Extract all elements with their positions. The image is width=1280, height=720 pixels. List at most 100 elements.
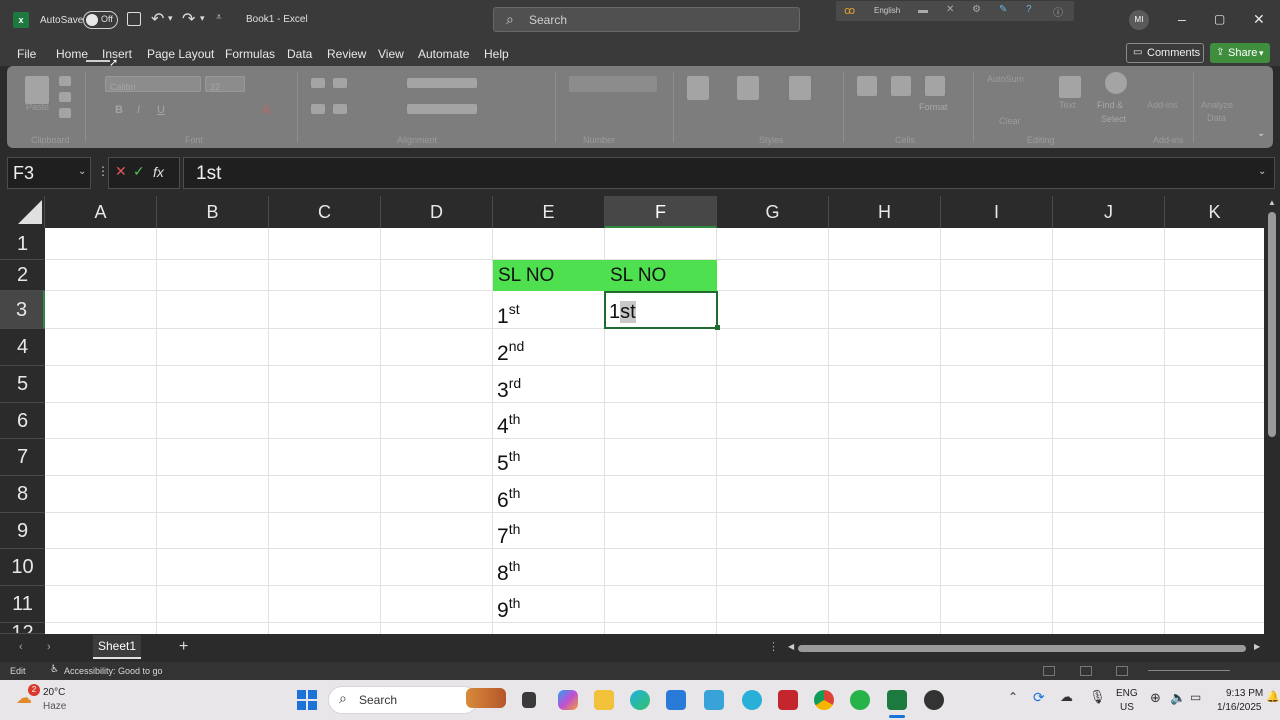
taskbar-search[interactable]: ⌕ Search	[328, 686, 478, 714]
share-dropdown-icon[interactable]: ▾	[1259, 43, 1264, 63]
name-box[interactable]: F3 ⌄	[7, 157, 91, 189]
align-middle-icon[interactable]	[333, 78, 347, 88]
confirm-entry-icon[interactable]: ✓	[133, 163, 145, 180]
sync-icon[interactable]: ⟳	[1033, 689, 1045, 706]
accessibility-icon[interactable]: ♿	[50, 664, 59, 675]
insert-cells-icon[interactable]	[857, 76, 877, 96]
cell-grid[interactable]: SL NO SL NO 1st 2nd 3rd 4th 5th 6th 7th …	[45, 228, 1264, 634]
search-box[interactable]: ⌕ Search	[493, 7, 800, 32]
bold-icon[interactable]: B	[115, 104, 123, 116]
number-format-select[interactable]	[569, 76, 657, 92]
close-icon[interactable]: ✕	[1253, 11, 1265, 28]
cell-e8[interactable]: 6th	[497, 485, 520, 513]
clock-date[interactable]: 1/16/2025	[1217, 702, 1262, 713]
menu-formulas[interactable]: Formulas	[225, 47, 275, 61]
copilot-icon[interactable]	[558, 690, 578, 710]
tab-split-icon[interactable]: ⋮	[768, 640, 779, 653]
show-hidden-icons[interactable]: ⌃	[1008, 690, 1018, 704]
sort-filter-icon[interactable]	[1059, 76, 1081, 98]
font-color-icon[interactable]: A	[262, 102, 271, 117]
cancel-entry-icon[interactable]: ✕	[115, 163, 127, 180]
column-header-g[interactable]: G	[717, 196, 829, 228]
conditional-formatting-icon[interactable]	[687, 76, 709, 100]
notifications-icon[interactable]: 🔔	[1266, 690, 1280, 703]
app-icon[interactable]	[924, 690, 944, 710]
delete-cells-icon[interactable]	[891, 76, 911, 96]
italic-icon[interactable]: I	[137, 104, 140, 116]
column-header-c[interactable]: C	[269, 196, 381, 228]
row-header-10[interactable]: 10	[0, 549, 45, 586]
cell-e9[interactable]: 7th	[497, 521, 520, 549]
network-icon[interactable]: ⊕	[1150, 690, 1161, 706]
battery-icon[interactable]: ▭	[1190, 690, 1201, 704]
customize-qat-icon[interactable]: ⩡	[216, 12, 222, 23]
row-header-12[interactable]: 12	[0, 623, 45, 634]
language-bar-icon[interactable]: ꝏ	[844, 4, 855, 17]
menu-view[interactable]: View	[378, 47, 404, 61]
menu-home[interactable]: Home	[56, 47, 88, 61]
align-left-icon[interactable]	[311, 104, 325, 114]
cloud-icon[interactable]: ☁	[1060, 689, 1073, 705]
menu-data[interactable]: Data	[287, 47, 312, 61]
start-icon[interactable]	[297, 690, 317, 710]
underline-icon[interactable]: U	[157, 104, 165, 116]
edge-icon[interactable]	[630, 690, 650, 710]
scroll-right-icon[interactable]: ▶	[1254, 642, 1260, 651]
row-header-3[interactable]: 3	[0, 291, 45, 329]
align-top-icon[interactable]	[311, 78, 325, 88]
menu-automate[interactable]: Automate	[418, 47, 469, 61]
info-icon[interactable]: ⓘ	[1053, 4, 1063, 19]
excel-taskbar-icon[interactable]	[887, 690, 907, 710]
horizontal-scroll-thumb[interactable]	[798, 645, 1246, 652]
copy-icon[interactable]	[59, 92, 71, 102]
font-size-select[interactable]: 22	[205, 76, 245, 92]
paint-icon[interactable]	[742, 690, 762, 710]
vertical-scroll-thumb[interactable]	[1268, 212, 1276, 437]
widgets-icon[interactable]	[466, 688, 506, 708]
clock-time[interactable]: 9:13 PM	[1226, 688, 1263, 699]
autosave-toggle[interactable]: Off	[83, 11, 118, 29]
expand-formula-icon[interactable]: ⌄	[1258, 166, 1266, 177]
zoom-slider[interactable]	[1148, 670, 1230, 671]
align-center-icon[interactable]	[333, 104, 347, 114]
cut-icon[interactable]	[59, 76, 71, 86]
help-icon[interactable]: ?	[1026, 4, 1032, 15]
menu-help[interactable]: Help	[484, 47, 509, 61]
mydesk-icon[interactable]	[704, 690, 724, 710]
volume-icon[interactable]: 🔈	[1170, 690, 1186, 706]
undo-dropdown-icon[interactable]: ▾	[168, 13, 173, 24]
next-sheet-icon[interactable]: ›	[47, 641, 51, 653]
select-all-button[interactable]	[0, 196, 45, 228]
cell-styles-icon[interactable]	[789, 76, 811, 100]
cell-e6[interactable]: 4th	[497, 411, 520, 439]
wrap-text-icon[interactable]	[407, 78, 477, 88]
mcafee-icon[interactable]	[778, 690, 798, 710]
microphone-icon[interactable]: 🎙	[1089, 689, 1106, 705]
cell-e10[interactable]: 8th	[497, 558, 520, 586]
paste-icon[interactable]	[25, 76, 49, 104]
format-painter-icon[interactable]	[59, 108, 71, 118]
add-sheet-icon[interactable]: +	[179, 638, 188, 656]
menu-file[interactable]: File	[17, 47, 36, 61]
cell-e4[interactable]: 2nd	[497, 338, 524, 366]
sheet-tab-sheet1[interactable]: Sheet1	[93, 635, 141, 659]
cell-e7[interactable]: 5th	[497, 448, 520, 476]
cell-f2-header[interactable]: SL NO	[605, 260, 717, 291]
cell-e11[interactable]: 9th	[497, 595, 520, 623]
fill-handle[interactable]	[715, 325, 720, 330]
row-header-4[interactable]: 4	[0, 329, 45, 366]
language-indicator[interactable]: ENG	[1116, 688, 1138, 699]
share-button[interactable]: ⇪ Share ▾	[1210, 43, 1270, 63]
column-header-k[interactable]: K	[1165, 196, 1264, 228]
minimize-icon[interactable]: –	[1178, 11, 1186, 27]
active-cell-f3[interactable]: 1st	[604, 291, 718, 329]
row-header-2[interactable]: 2	[0, 260, 45, 291]
redo-dropdown-icon[interactable]: ▾	[200, 13, 205, 24]
accessibility-status[interactable]: Accessibility: Good to go	[64, 666, 163, 676]
row-header-11[interactable]: 11	[0, 586, 45, 623]
formula-input[interactable]: 1st ⌄	[183, 157, 1275, 189]
name-box-dropdown-icon[interactable]: ⌄	[78, 166, 86, 177]
row-header-8[interactable]: 8	[0, 476, 45, 513]
column-header-i[interactable]: I	[941, 196, 1053, 228]
comments-button[interactable]: ▭ Comments	[1126, 43, 1204, 63]
